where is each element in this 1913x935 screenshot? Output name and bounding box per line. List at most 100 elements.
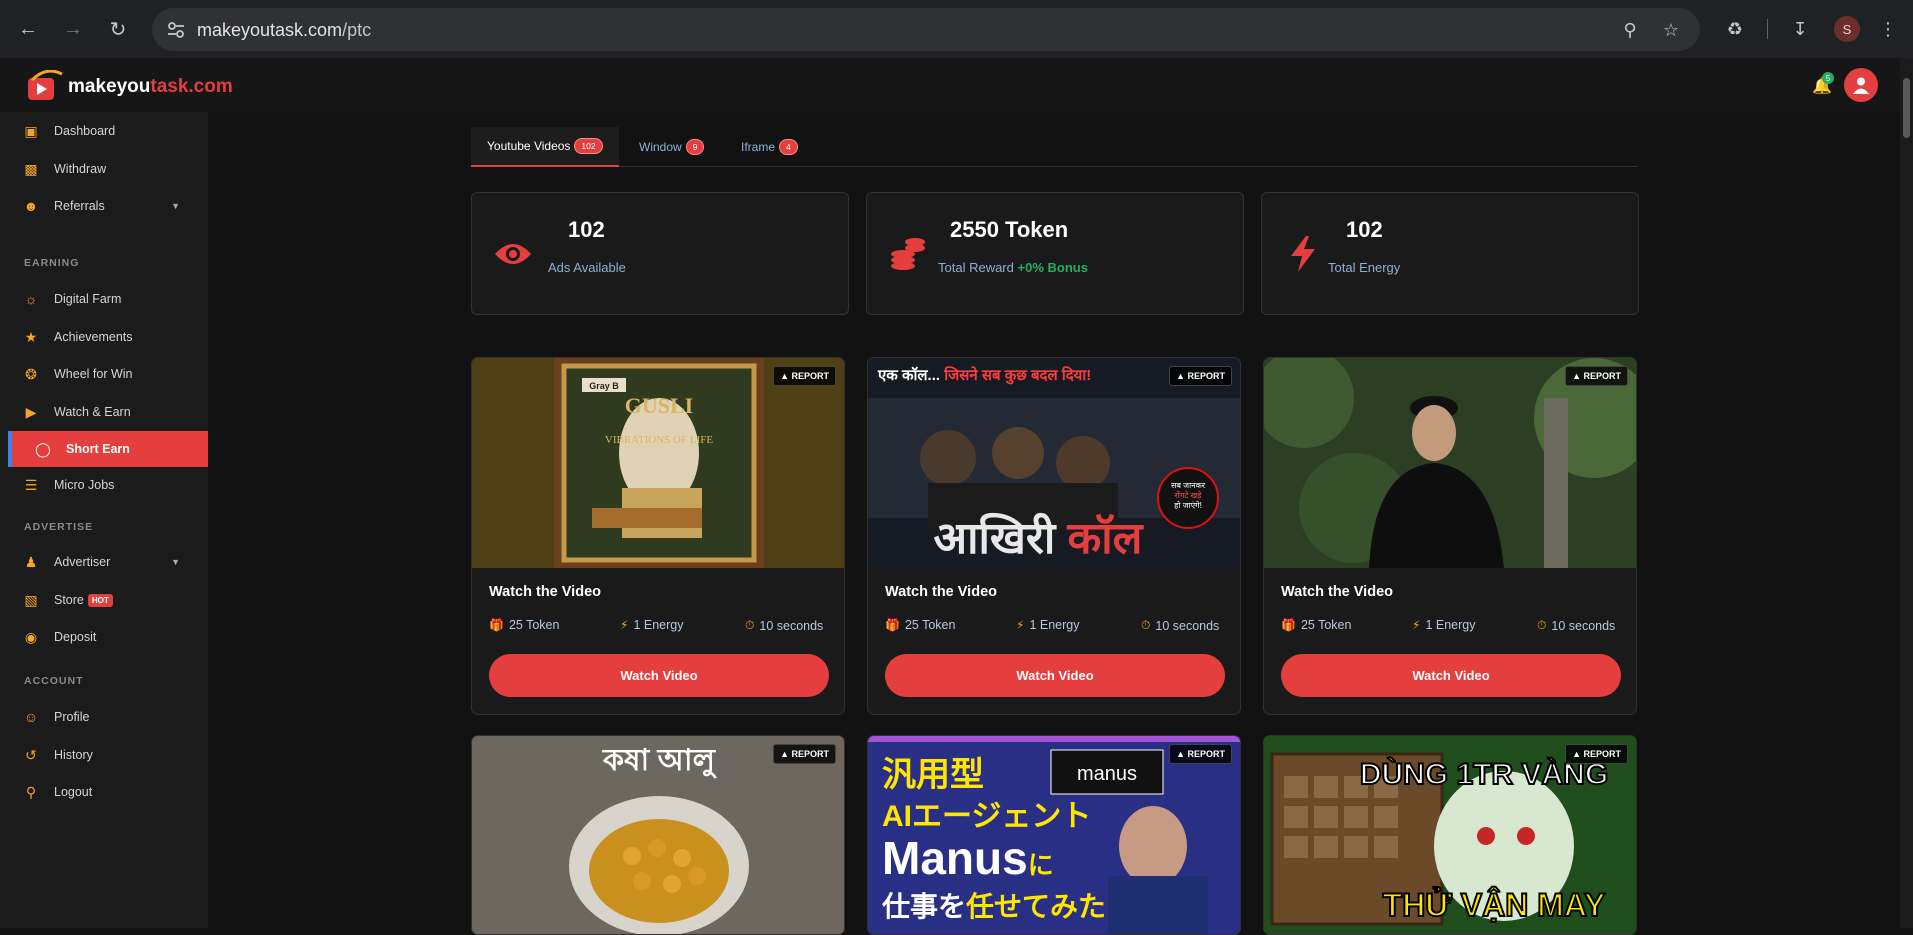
sidebar-item-history[interactable]: ↺ History [0,737,208,773]
thumbnail-logo: manus [1077,763,1137,785]
video-thumbnail[interactable]: GUSLI VIBRATIONS OF LIFE Gray B ▲ REPORT [472,358,844,568]
reward-text: 25 Token [1300,618,1352,632]
stat-ads-available: 102 Ads Available [471,192,849,315]
notification-bell-icon[interactable]: 🔔 5 [1812,72,1834,96]
sidebar-item-label: Referrals [54,199,105,213]
video-card: ▲ REPORT Watch the Video 🎁 25 Token ⚡ 1 En… [1263,357,1637,715]
duration-text: 10 seconds [759,618,824,633]
extensions-icon[interactable]: ♻ [1721,15,1749,43]
sidebar-item-label: Micro Jobs [54,478,115,492]
reward-text: 25 Token [904,618,956,632]
trophy-icon: ★ [24,328,38,345]
report-button[interactable]: ▲ REPORT [1169,366,1232,386]
duration-meta: ⏱ 10 seconds [1537,618,1615,633]
stat-value: 2550 Token [950,217,1069,242]
tab-iframe[interactable]: Iframe 4 [725,127,814,167]
sidebar-item-label: Deposit [54,630,97,644]
report-button[interactable]: ▲ REPORT [773,744,836,764]
watch-video-button[interactable]: Watch Video [885,654,1225,697]
gift-icon: 🎁 [1281,618,1296,632]
sidebar-item-dashboard[interactable]: ▣ Dashboard [0,113,208,149]
sidebar-item-label: Achievements [54,330,133,344]
stopwatch-icon: ⏱ [1537,618,1547,632]
report-label: REPORT [1187,749,1225,759]
sidebar-heading-account: ACCOUNT [24,675,84,687]
scrollbar-thumb[interactable] [1903,78,1910,138]
duration-meta: ⏱ 10 seconds [745,618,823,633]
thumbnail-image: কষা আলু [472,736,844,934]
stat-total-energy: 102 Total Energy [1261,192,1639,315]
tab-count-badge: 4 [779,139,798,155]
hot-badge: HOT [87,593,113,607]
stat-label: Total Energy [1328,260,1401,275]
thumbnail-sticker: सब जानकर रोंगटे खड़े हो जाएंगे! [1171,481,1206,510]
site-settings-icon[interactable] [166,20,186,40]
report-label: REPORT [791,371,829,381]
sidebar: ▣ Dashboard ▩ Withdraw ☻ Referrals ▼ EARNING… [0,112,208,928]
bonus-text: +0% Bonus [1017,260,1088,275]
tab-label: Window [639,140,682,154]
stat-value: 102 [1346,217,1383,242]
report-button[interactable]: ▲ REPORT [1565,744,1628,764]
zoom-icon[interactable]: ⚲ [1618,18,1642,42]
report-button[interactable]: ▲ REPORT [773,366,836,386]
sidebar-item-label: Dashboard [54,124,116,138]
thumbnail-image: GUSLI VIBRATIONS OF LIFE Gray B [554,358,764,568]
energy-meta: ⚡ 1 Energy [1412,618,1475,632]
tab-label: Iframe [741,140,776,154]
video-thumbnail[interactable]: ▲ REPORT [1264,358,1636,568]
sidebar-item-label: Withdraw [54,162,107,176]
sidebar-item-short-earn[interactable]: ◯ Short Earn [8,431,208,467]
watch-video-button[interactable]: Watch Video [1281,654,1621,697]
sidebar-item-digital-farm[interactable]: ☼ Digital Farm [0,281,208,317]
report-label: REPORT [791,749,829,759]
bolt-icon [1282,233,1324,275]
sidebar-item-achievements[interactable]: ★ Achievements [0,319,208,355]
sidebar-item-deposit[interactable]: ◉ Deposit [0,619,208,655]
reload-icon[interactable]: ↻ [102,13,134,45]
sidebar-item-watch-earn[interactable]: ▶ Watch & Earn [0,394,208,430]
gift-icon: 🎁 [885,618,900,632]
logo-play-icon [28,70,63,100]
sidebar-item-micro-jobs[interactable]: ☰ Micro Jobs [0,467,208,503]
page-scrollbar[interactable] [1900,58,1913,928]
report-button[interactable]: ▲ REPORT [1169,744,1232,764]
sidebar-item-label: Digital Farm [54,292,122,306]
sidebar-item-store[interactable]: ▧ Store HOT [0,582,208,618]
video-thumbnail[interactable]: सब जानकर रोंगटे खड़े हो जाएंगे! एक कॉल... … [868,358,1240,568]
tab-youtube-videos[interactable]: Youtube Videos 102 [471,127,619,167]
forward-icon[interactable]: → [57,13,89,45]
user-avatar[interactable] [1844,68,1878,102]
download-icon[interactable]: ↧ [1786,15,1814,43]
star-icon[interactable]: ☆ [1659,18,1683,42]
reward-meta: 🎁 25 Token [885,618,955,632]
thumbnail-text-line2: THỬ VẬN MAY [1383,887,1606,923]
deposit-icon: ◉ [24,628,38,645]
tasks-icon: ☰ [24,476,38,493]
energy-text: 1 Energy [1029,618,1080,632]
sidebar-item-withdraw[interactable]: ▩ Withdraw [0,151,208,187]
video-thumbnail[interactable]: DÙNG 1TR VÀNG THỬ VẬN MAY ▲ REPORT [1264,736,1636,934]
sidebar-item-label: Wheel for Win [54,367,133,381]
menu-dots-icon[interactable]: ⋮ [1874,15,1902,43]
bolt-icon: ⚡ [1412,618,1421,632]
sidebar-item-logout[interactable]: ⚲ Logout [0,774,208,810]
video-card: DÙNG 1TR VÀNG THỬ VẬN MAY ▲ REPORT [1263,735,1637,935]
report-button[interactable]: ▲ REPORT [1565,366,1628,386]
wallet-icon: ▩ [24,160,38,177]
sidebar-item-profile[interactable]: ☺ Profile [0,699,208,735]
watch-video-button[interactable]: Watch Video [489,654,829,697]
video-thumbnail[interactable]: manus 汎用型 AIエージェント Manusに 仕事を任せてみた ▲ REP… [868,736,1240,934]
sidebar-item-advertiser[interactable]: ♟ Advertiser ▼ [0,544,208,580]
address-bar[interactable]: makeyoutask.com/ptc ⚲ ☆ [152,8,1700,51]
thumbnail-title: GUSLI [625,393,693,418]
video-thumbnail[interactable]: কষা আলু ▲ REPORT [472,736,844,934]
sidebar-item-referrals[interactable]: ☻ Referrals ▼ [0,188,208,224]
sidebar-item-wheel-for-win[interactable]: ❂ Wheel for Win [0,356,208,392]
back-icon[interactable]: ← [12,13,44,45]
duration-text: 10 seconds [1155,618,1220,633]
browser-profile-avatar[interactable]: S [1834,16,1860,42]
site-logo[interactable]: makeyoutask.com [26,70,233,104]
caret-down-icon: ▼ [171,557,180,567]
tab-window[interactable]: Window 9 [623,127,720,167]
